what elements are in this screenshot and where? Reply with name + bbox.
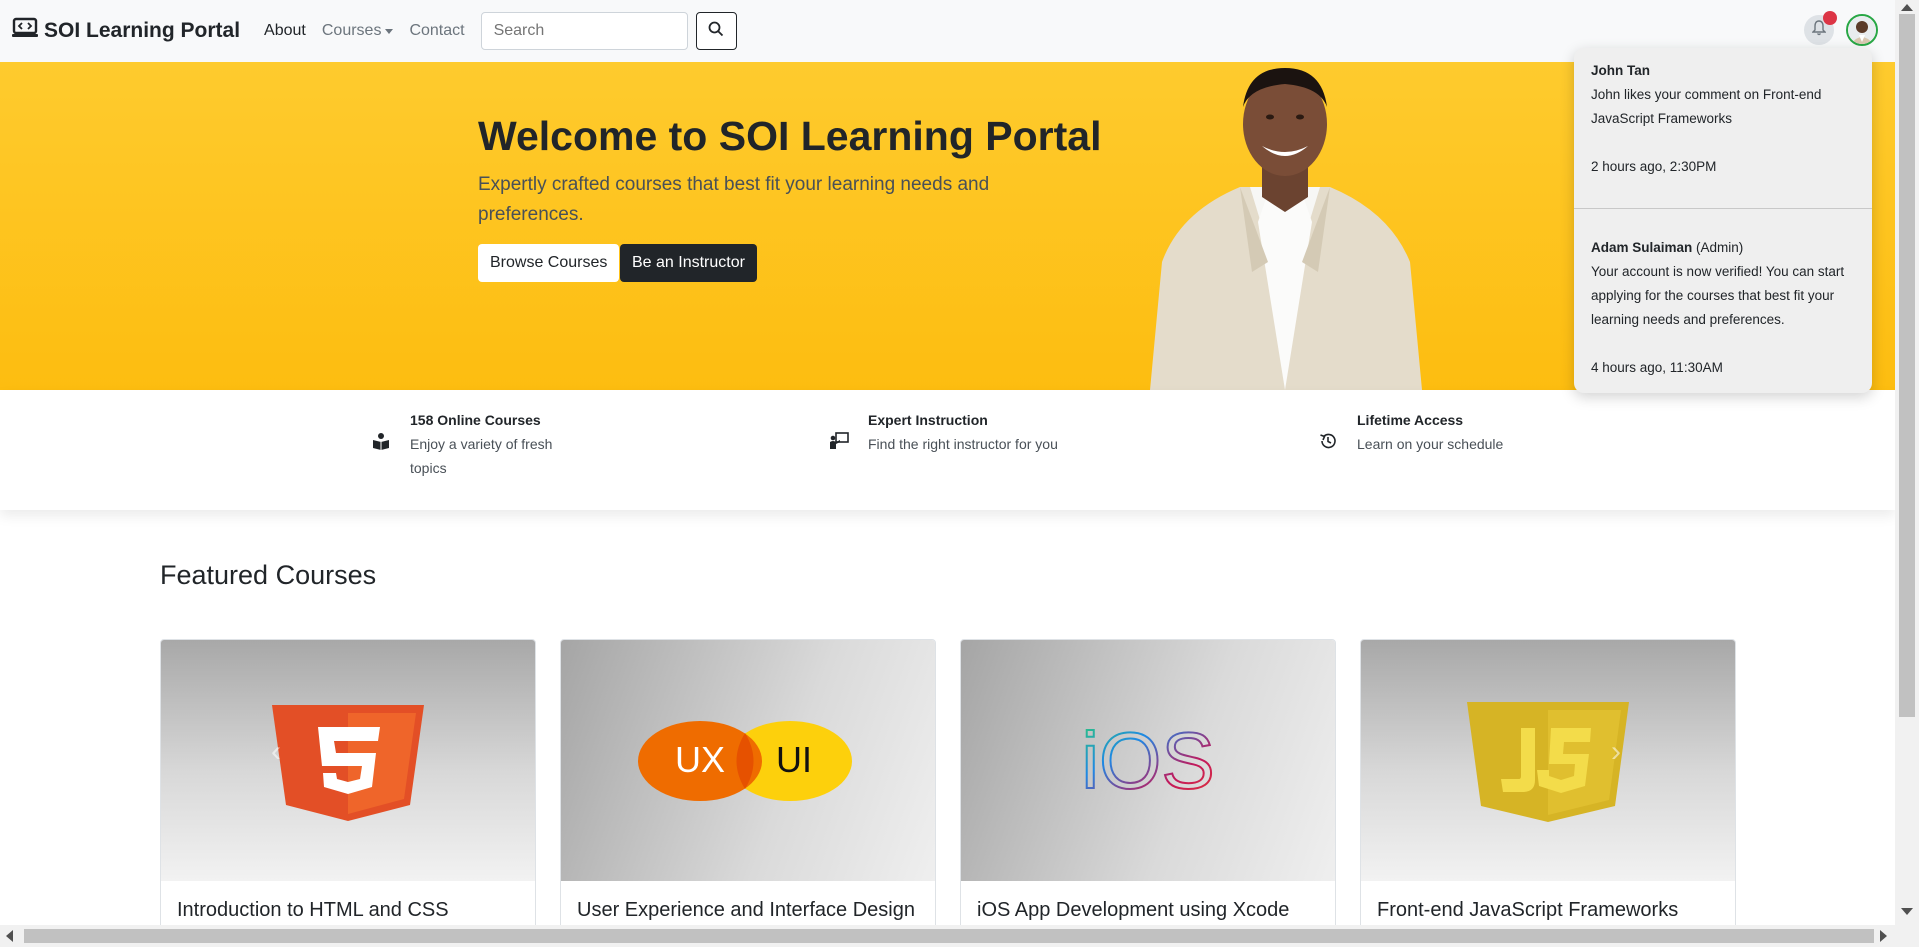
notifications-dropdown: John Tan John likes your comment on Fron… — [1574, 48, 1872, 393]
scroll-down-arrow-icon[interactable] — [1901, 908, 1913, 915]
nav-courses-dropdown[interactable]: Courses — [322, 22, 394, 40]
feature-courses-text: Enjoy a variety of fresh topics — [410, 436, 553, 476]
search-input[interactable] — [480, 12, 688, 50]
ios-text: iOS — [1081, 716, 1214, 805]
feature-access-text: Learn on your schedule — [1357, 436, 1504, 452]
course-image: › — [1361, 640, 1735, 881]
hero-title: Welcome to SOI Learning Portal — [478, 113, 1102, 159]
horizontal-scrollbar-thumb[interactable] — [24, 929, 1874, 943]
feature-instruction: Expert Instruction Find the right instru… — [828, 408, 1118, 456]
course-image: UX UI — [561, 640, 935, 881]
caret-down-icon — [385, 28, 394, 34]
notification-time: 4 hours ago, 11:30AM — [1591, 360, 1723, 375]
chalkboard-teacher-icon — [828, 430, 850, 452]
search-button[interactable] — [695, 12, 737, 50]
scroll-right-arrow-icon[interactable] — [1880, 930, 1887, 942]
hero-subtitle: Expertly crafted courses that best fit y… — [478, 174, 990, 225]
vertical-scrollbar-thumb[interactable] — [1899, 14, 1915, 717]
course-card-html[interactable]: ‹ Introduction to HTML and CSS — [160, 639, 536, 947]
scroll-up-arrow-icon[interactable] — [1901, 4, 1913, 11]
notification-badge — [1823, 11, 1837, 25]
avatar-icon — [1848, 16, 1876, 44]
search-icon — [708, 21, 724, 42]
featured-courses-heading: Featured Courses — [160, 560, 377, 590]
carousel-prev-icon[interactable]: ‹ — [271, 735, 281, 769]
ux-ui-logo: UX UI — [638, 720, 852, 801]
nav-courses-label: Courses — [321, 22, 382, 39]
browse-courses-button[interactable]: Browse Courses — [478, 244, 620, 282]
book-reader-icon — [370, 430, 392, 452]
feature-access: Lifetime Access Learn on your schedule — [1317, 408, 1577, 456]
course-card-uxui[interactable]: UX UI User Experience and Interface Desi… — [560, 639, 936, 947]
course-image: iOS — [961, 640, 1335, 881]
brand-name: SOI Learning Portal — [44, 19, 241, 42]
feature-instruction-title: Expert Instruction — [868, 412, 988, 428]
nav-about[interactable]: About — [264, 22, 306, 40]
nav-contact[interactable]: Contact — [409, 22, 464, 40]
notification-sender: Adam Sulaiman — [1591, 240, 1693, 255]
ux-text: UX — [675, 739, 725, 780]
ui-text: UI — [776, 739, 812, 780]
feature-access-title: Lifetime Access — [1357, 412, 1464, 428]
course-card-ios[interactable]: iOS iOS App Development using Xcode — [960, 639, 1336, 947]
user-avatar[interactable] — [1846, 14, 1878, 46]
history-icon — [1317, 430, 1339, 452]
brand[interactable]: SOI Learning Portal — [12, 17, 240, 45]
carousel-next-icon[interactable]: › — [1611, 735, 1621, 769]
js-logo — [1467, 702, 1629, 822]
notification-item[interactable]: John Tan John likes your comment on Fron… — [1591, 59, 1861, 179]
feature-instruction-text: Find the right instructor for you — [868, 436, 1058, 452]
laptop-code-icon — [12, 17, 38, 45]
feature-courses-title: 158 Online Courses — [410, 412, 541, 428]
ios-logo: iOS — [1080, 716, 1215, 806]
be-instructor-button[interactable]: Be an Instructor — [620, 244, 757, 282]
scroll-left-arrow-icon[interactable] — [6, 930, 13, 942]
feature-courses: 158 Online Courses Enjoy a variety of fr… — [370, 408, 580, 480]
notification-divider — [1574, 208, 1872, 209]
html5-logo — [272, 704, 424, 821]
course-image: ‹ — [161, 640, 535, 881]
hero-person-image — [1150, 68, 1422, 390]
notification-message: Your account is now verified! You can st… — [1591, 264, 1845, 327]
notification-sender: John Tan — [1591, 63, 1650, 78]
notification-time: 2 hours ago, 2:30PM — [1591, 159, 1717, 174]
course-card-js[interactable]: › Front-end JavaScript Frameworks — [1360, 639, 1736, 947]
features-strip: 158 Online Courses Enjoy a variety of fr… — [0, 390, 1895, 510]
notification-item[interactable]: Adam Sulaiman (Admin) Your account is no… — [1591, 236, 1861, 380]
notification-role: (Admin) — [1696, 240, 1744, 255]
notification-message: John likes your comment on Front-end Jav… — [1591, 87, 1822, 126]
